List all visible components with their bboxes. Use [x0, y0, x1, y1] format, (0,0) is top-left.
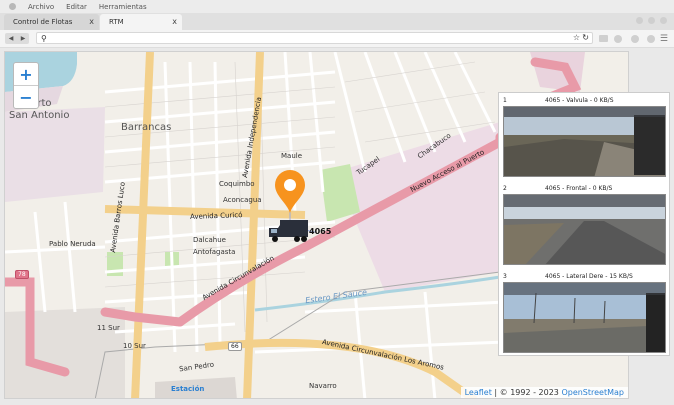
camera-video[interactable]: [503, 282, 666, 353]
toolbar-box-icon[interactable]: [599, 35, 608, 42]
camera-video[interactable]: [503, 194, 666, 265]
camera-video[interactable]: [503, 106, 666, 177]
street-label: Dalcahue: [193, 236, 226, 244]
camera-header: 1 4065 - Valvula - 0 KB/S: [499, 95, 669, 105]
tab-control-de-flotas[interactable]: Control de Flotas x: [4, 14, 99, 30]
place-label: Estación: [171, 385, 205, 393]
back-icon[interactable]: ◀: [9, 35, 14, 42]
street-label: Maule: [281, 152, 303, 160]
camera-header: 3 4065 - Lateral Dere - 15 KB/S: [499, 271, 669, 281]
vehicle-label: 4065: [309, 227, 332, 236]
nav-buttons: ◀ ▶: [5, 33, 29, 44]
extension-icon[interactable]: [631, 35, 639, 43]
route-shield: 66: [228, 342, 242, 351]
street-label: 10 Sur: [123, 342, 146, 350]
camera-number: 3: [503, 273, 507, 280]
camera-image: [504, 195, 665, 264]
camera-feed-2[interactable]: 2 4065 - Frontal - 0 KB/S: [499, 183, 669, 265]
url-bar[interactable]: ⚲ ☆ ↻: [36, 32, 593, 44]
zoom-control: + −: [13, 62, 39, 109]
address-row: ◀ ▶ ⚲ ☆ ↻ ☰: [0, 30, 674, 48]
close-window-icon[interactable]: [660, 17, 667, 24]
street-label: Navarro: [309, 382, 337, 390]
menu-file[interactable]: Archivo: [28, 3, 54, 11]
street-label: Antofagasta: [193, 248, 236, 256]
location-pin-icon[interactable]: [273, 170, 307, 214]
street-label: Aconcagua: [223, 196, 262, 204]
zoom-in-button[interactable]: +: [14, 63, 38, 85]
street-label: Pablo Neruda: [49, 240, 96, 248]
tab-label: Control de Flotas: [13, 18, 73, 26]
menu-tools[interactable]: Herramientas: [99, 3, 147, 11]
place-label: Barrancas: [121, 122, 172, 133]
camera-header: 2 4065 - Frontal - 0 KB/S: [499, 183, 669, 193]
copyright-text: | © 1992 - 2023: [494, 388, 559, 397]
extension-icon[interactable]: [614, 35, 622, 43]
menu-edit[interactable]: Editar: [66, 3, 87, 11]
menu-bar: Archivo Editar Herramientas: [0, 0, 674, 13]
tab-label: RTM: [109, 18, 124, 26]
tab-bar: Control de Flotas x RTM x: [0, 13, 674, 30]
zoom-out-button[interactable]: −: [14, 85, 38, 108]
camera-title: 4065 - Valvula - 0 KB/S: [545, 97, 614, 104]
camera-feed-1[interactable]: 1 4065 - Valvula - 0 KB/S: [499, 95, 669, 177]
street-label: Coquimbo: [219, 180, 255, 188]
close-icon[interactable]: x: [89, 17, 94, 26]
camera-image: [504, 283, 665, 352]
map-attribution: Leaflet | © 1992 - 2023 OpenStreetMap: [460, 387, 628, 398]
reload-icon[interactable]: ↻: [582, 33, 589, 42]
leaflet-link[interactable]: Leaflet: [465, 388, 492, 397]
bookmark-star-icon[interactable]: ☆: [573, 33, 580, 42]
tab-rtm[interactable]: RTM x: [100, 14, 182, 30]
search-icon: ⚲: [41, 34, 47, 43]
street-label: 11 Sur: [97, 324, 120, 332]
camera-panel: 1 4065 - Valvula - 0 KB/S 2 4065 - Front…: [498, 92, 670, 356]
camera-title: 4065 - Lateral Dere - 15 KB/S: [545, 273, 633, 280]
osm-link[interactable]: OpenStreetMap: [561, 388, 624, 397]
place-label: San Antonio: [9, 110, 70, 121]
maximize-icon[interactable]: [648, 17, 655, 24]
profile-icon[interactable]: [647, 35, 655, 43]
camera-number: 1: [503, 97, 507, 104]
close-icon[interactable]: x: [172, 17, 177, 26]
camera-number: 2: [503, 185, 507, 192]
menu-icon[interactable]: ☰: [660, 34, 668, 44]
camera-image: [504, 107, 665, 176]
camera-feed-3[interactable]: 3 4065 - Lateral Dere - 15 KB/S: [499, 271, 669, 353]
window-dot-icon: [9, 3, 16, 10]
truck-icon[interactable]: [267, 219, 309, 243]
camera-title: 4065 - Frontal - 0 KB/S: [545, 185, 613, 192]
minimize-icon[interactable]: [636, 17, 643, 24]
route-shield: 78: [15, 270, 29, 279]
forward-icon[interactable]: ▶: [21, 35, 26, 42]
